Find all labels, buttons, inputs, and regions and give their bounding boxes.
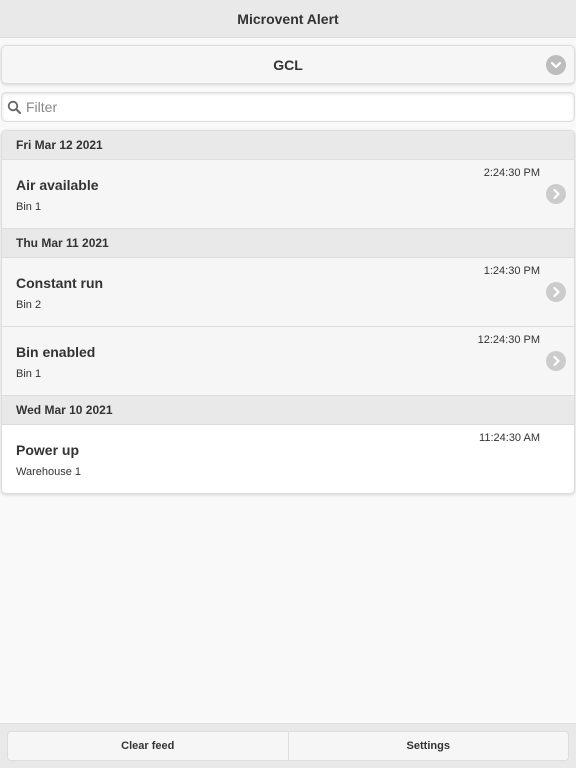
app-title: Microvent Alert (237, 10, 339, 27)
alert-source: Bin 1 (16, 201, 42, 213)
alert-time: 11:24:30 AM (479, 432, 540, 444)
alert-time: 2:24:30 PM (483, 167, 540, 179)
alert-title: Bin enabled (16, 344, 96, 360)
site-select-value: GCL (273, 56, 303, 73)
date-divider-label: Fri Mar 12 2021 (16, 138, 103, 152)
alert-item[interactable]: Bin enabled Bin 1 12:24:30 PM (2, 327, 574, 396)
alert-title: Air available (16, 177, 99, 193)
alert-time: 1:24:30 PM (483, 265, 540, 277)
date-divider: Thu Mar 11 2021 (2, 229, 574, 258)
alert-item[interactable]: Constant run Bin 2 1:24:30 PM (2, 258, 574, 327)
alert-source: Bin 2 (16, 299, 42, 311)
alert-item: Power up Warehouse 1 11:24:30 AM (2, 425, 574, 493)
footer-navbar: Clear feed Settings (0, 723, 576, 768)
settings-button[interactable]: Settings (288, 731, 569, 761)
filter-field[interactable] (1, 92, 575, 122)
chevron-right-icon (546, 184, 566, 204)
date-divider: Wed Mar 10 2021 (2, 396, 574, 425)
date-divider-label: Wed Mar 10 2021 (16, 403, 113, 417)
chevron-down-icon (546, 55, 566, 75)
alert-title: Constant run (16, 275, 104, 291)
site-select[interactable]: GCL (1, 45, 575, 84)
alert-source: Bin 1 (16, 368, 42, 380)
alert-source: Warehouse 1 (16, 466, 82, 478)
clear-feed-button[interactable]: Clear feed (7, 731, 289, 761)
alert-feed-list: Fri Mar 12 2021 Air available Bin 1 2:24… (1, 130, 575, 494)
search-icon (7, 100, 23, 116)
app-header: Microvent Alert (0, 0, 576, 38)
chevron-right-icon (546, 282, 566, 302)
date-divider-label: Thu Mar 11 2021 (16, 236, 109, 250)
alert-item[interactable]: Air available Bin 1 2:24:30 PM (2, 160, 574, 229)
filter-input[interactable] (26, 96, 566, 118)
alert-time: 12:24:30 PM (477, 334, 540, 346)
date-divider: Fri Mar 12 2021 (2, 131, 574, 160)
chevron-right-icon (546, 351, 566, 371)
alert-title: Power up (16, 442, 80, 458)
